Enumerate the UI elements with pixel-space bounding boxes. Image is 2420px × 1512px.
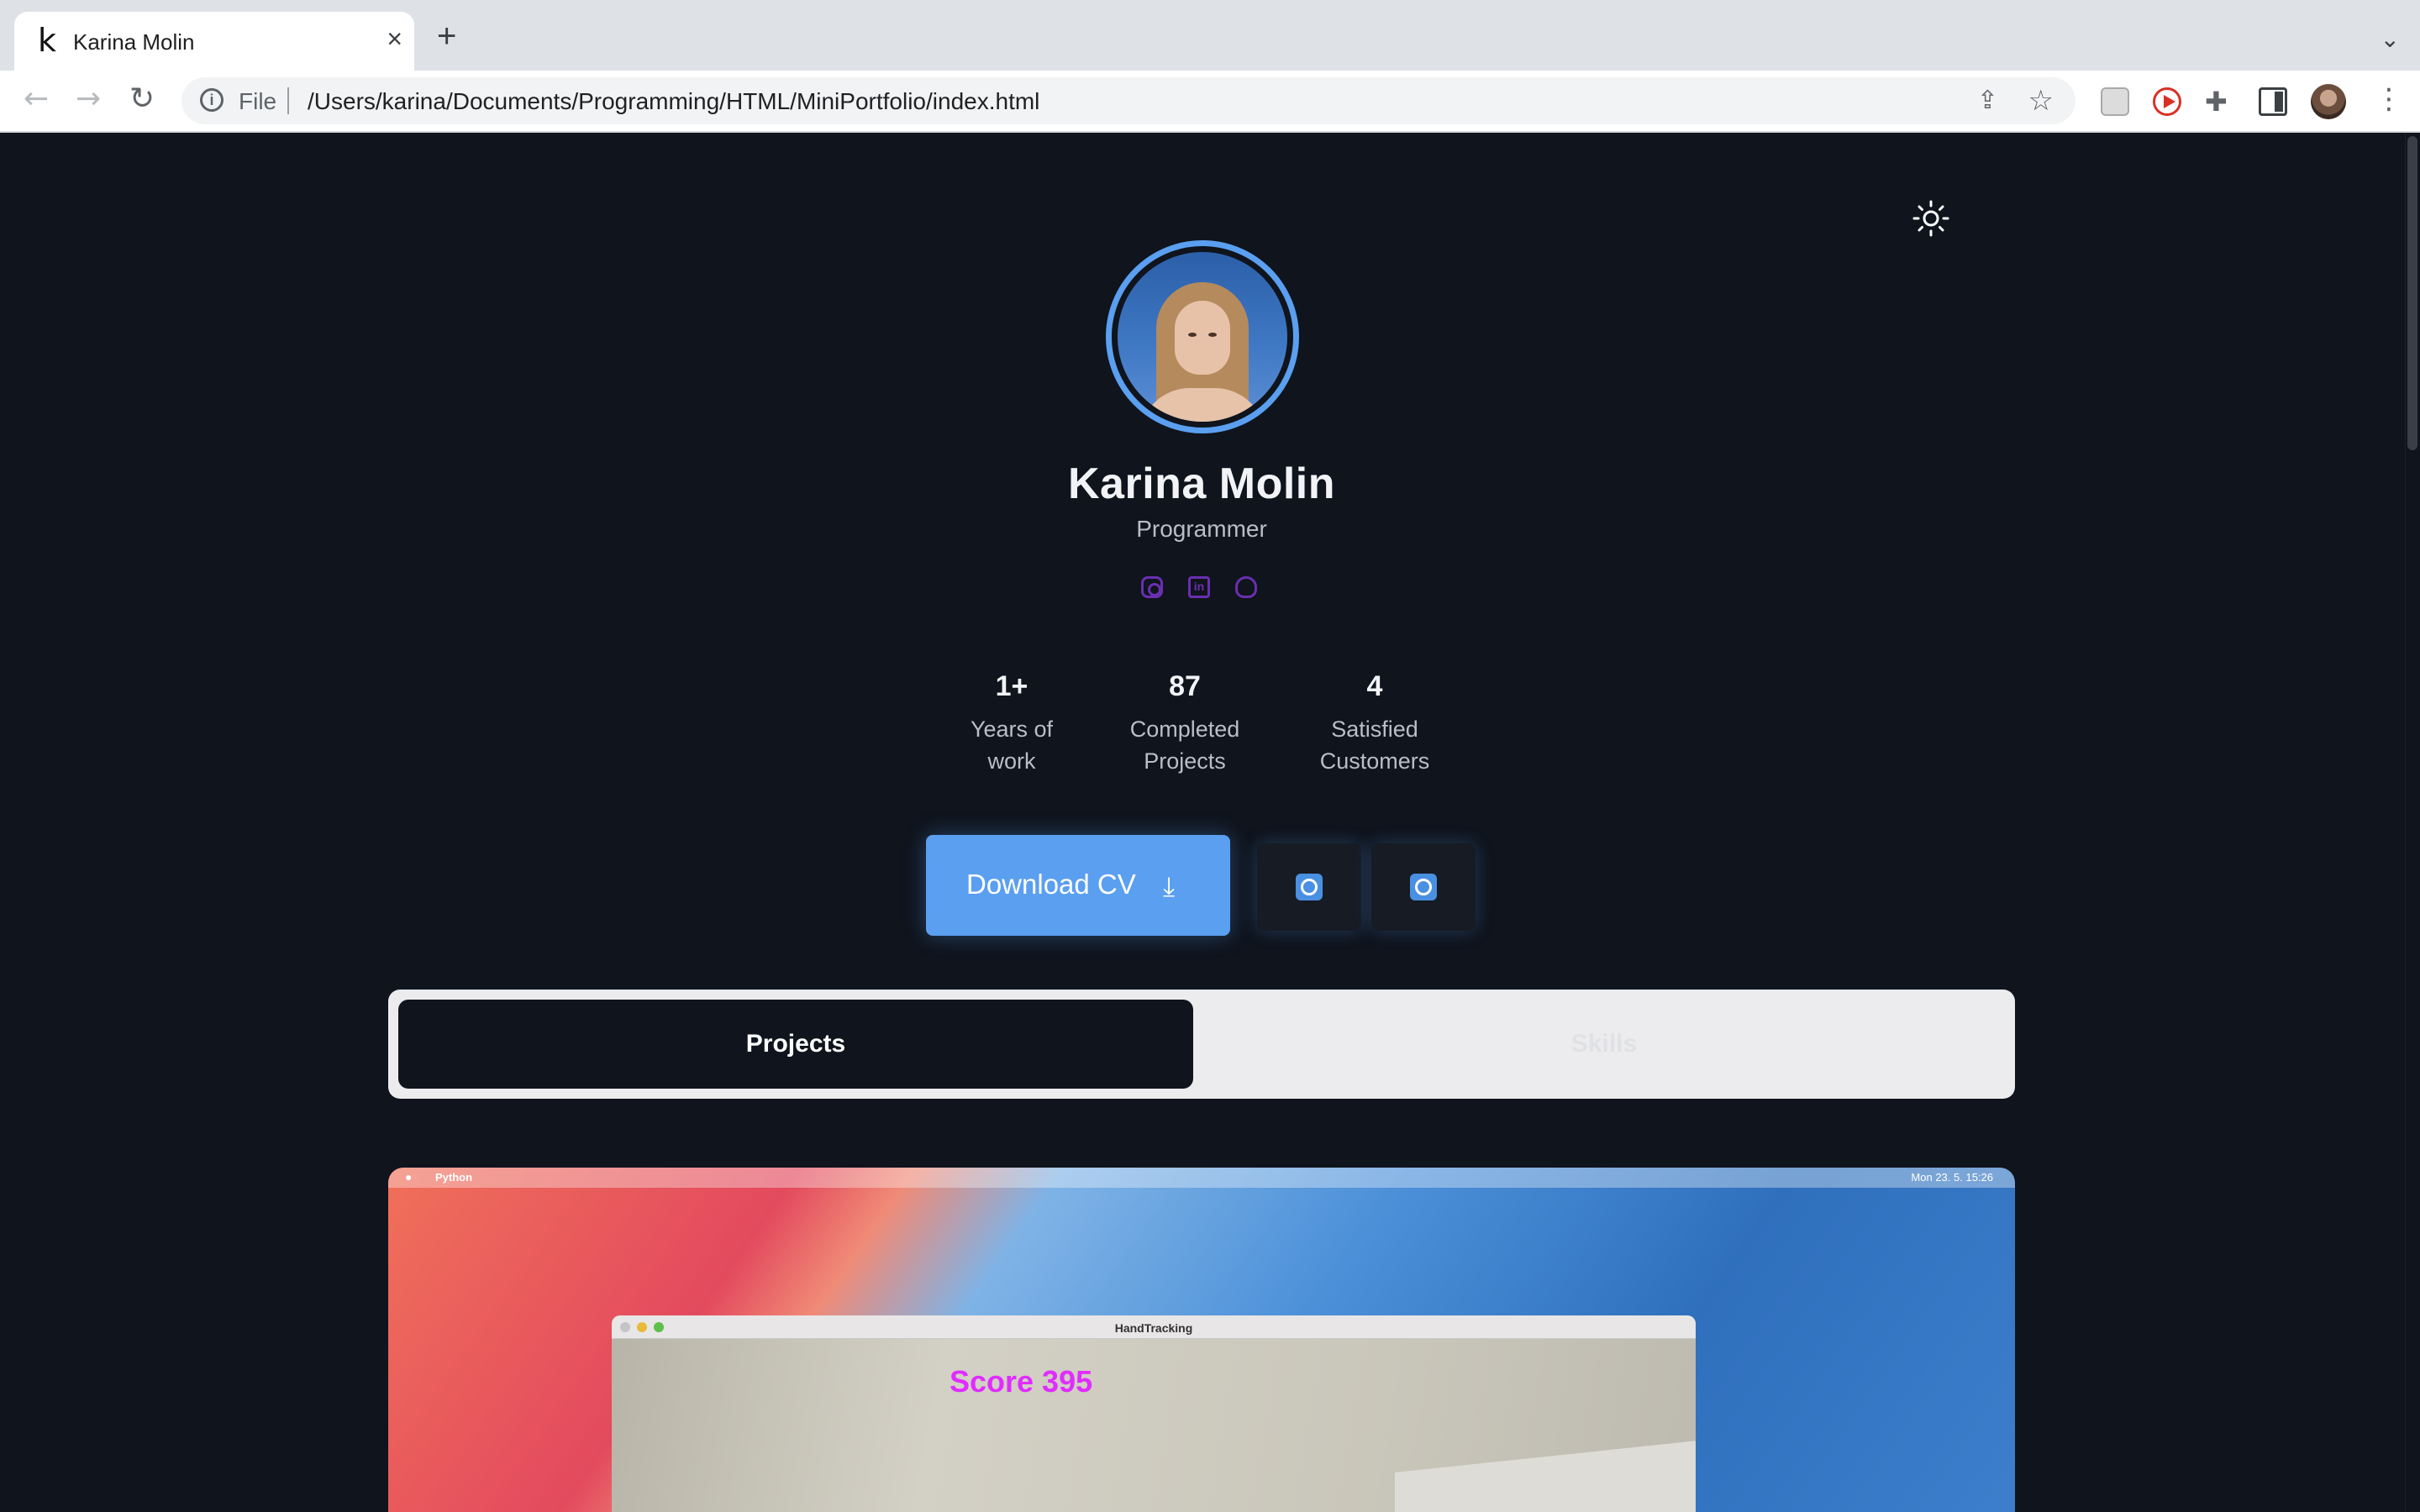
side-panel-icon[interactable] (2259, 87, 2287, 116)
address-divider (287, 87, 289, 114)
extension-icon[interactable] (2101, 87, 2129, 116)
close-tab-icon[interactable]: × (387, 25, 402, 52)
profile-photo-image (1118, 252, 1287, 422)
profile-photo (1106, 240, 1299, 433)
whatsapp-button[interactable] (1257, 843, 1361, 931)
stat-label: Years of work (970, 717, 1054, 774)
window-title: HandTracking (1114, 1321, 1193, 1335)
camera-feed: Score 395 (612, 1339, 1696, 1512)
scrollbar-thumb[interactable] (2407, 136, 2417, 450)
instagram-icon[interactable] (1141, 576, 1163, 598)
tab-title: Karina Molin (73, 29, 195, 55)
browser-tab[interactable]: k Karina Molin × (14, 12, 414, 71)
section-tabs: Projects Skills (388, 990, 2015, 1099)
browser-menu-icon[interactable]: ⋮ (2375, 82, 2403, 116)
tab-favicon-icon: k (38, 22, 57, 59)
handtracking-window: HandTracking Score 395 (612, 1315, 1696, 1512)
stat-label: Satisfied Customers (1319, 717, 1430, 774)
project-screenshot[interactable]: ● Python Mon 23. 5. 15:26 HandTracking S… (388, 1168, 2015, 1512)
tab-strip: k Karina Molin × + ⌄ (0, 0, 2420, 71)
stat-label: Completed Projects (1129, 717, 1240, 774)
whatsapp-icon (1296, 874, 1323, 900)
browser-profile-avatar[interactable] (2311, 84, 2346, 119)
sun-theme-toggle-icon[interactable] (1911, 198, 1951, 239)
forward-button[interactable]: → (76, 82, 101, 116)
tab-skills[interactable]: Skills (1203, 1000, 2005, 1089)
stat-value: 87 (1169, 670, 1201, 702)
share-icon[interactable]: ⇪ (1977, 86, 1998, 115)
apple-icon: ● (405, 1170, 413, 1184)
mac-menubar: ● Python Mon 23. 5. 15:26 (388, 1168, 2015, 1188)
portfolio-page: Karina Molin Programmer in 1+ Years of wo… (0, 133, 2420, 1512)
download-cv-label: Download CV (966, 869, 1136, 900)
browser-window: k Karina Molin × + ⌄ ← → ↻ i File /Users… (0, 0, 2420, 1512)
page-scrollbar[interactable] (2405, 133, 2420, 1512)
tab-search-chevron-icon[interactable]: ⌄ (2381, 25, 2400, 53)
stat-years: 1+ Years of work (950, 670, 1074, 777)
bookmark-star-icon[interactable]: ☆ (2028, 84, 2054, 118)
browser-toolbar: ← → ↻ i File /Users/karina/Documents/Pro… (0, 71, 2420, 133)
messenger-button[interactable] (1371, 843, 1476, 931)
stat-value: 4 (1366, 670, 1383, 702)
social-links: in (1139, 576, 1265, 603)
messenger-icon (1410, 874, 1437, 900)
address-bar[interactable]: i File /Users/karina/Documents/Programmi… (182, 77, 2075, 124)
window-titlebar: HandTracking (612, 1315, 1696, 1339)
menubar-app-name: Python (435, 1171, 473, 1184)
tab-projects[interactable]: Projects (398, 1000, 1193, 1089)
game-score: Score 395 (950, 1364, 1093, 1399)
github-icon[interactable] (1235, 576, 1257, 598)
puzzle-extensions-icon[interactable]: ✚ (2205, 87, 2233, 116)
profile-role: Programmer (1136, 516, 1267, 542)
reload-button[interactable]: ↻ (129, 82, 155, 116)
url-scheme-label: File (239, 88, 277, 114)
back-button[interactable]: ← (24, 82, 49, 116)
profile-name: Karina Molin (1067, 459, 1336, 508)
video-extension-icon[interactable] (2153, 87, 2181, 116)
download-cv-button[interactable]: Download CV ⤓ (926, 835, 1230, 936)
stat-customers: 4 Satisfied Customers (1294, 670, 1455, 777)
stat-value: 1+ (995, 670, 1028, 702)
menubar-clock: Mon 23. 5. 15:26 (1911, 1171, 1993, 1184)
download-icon: ⤓ (1163, 870, 1176, 902)
stat-projects: 87 Completed Projects (1109, 670, 1260, 777)
new-tab-button[interactable]: + (437, 19, 456, 53)
site-info-icon[interactable]: i (200, 88, 224, 112)
linkedin-icon[interactable]: in (1188, 576, 1210, 598)
url-text[interactable]: /Users/karina/Documents/Programming/HTML… (308, 88, 1039, 115)
